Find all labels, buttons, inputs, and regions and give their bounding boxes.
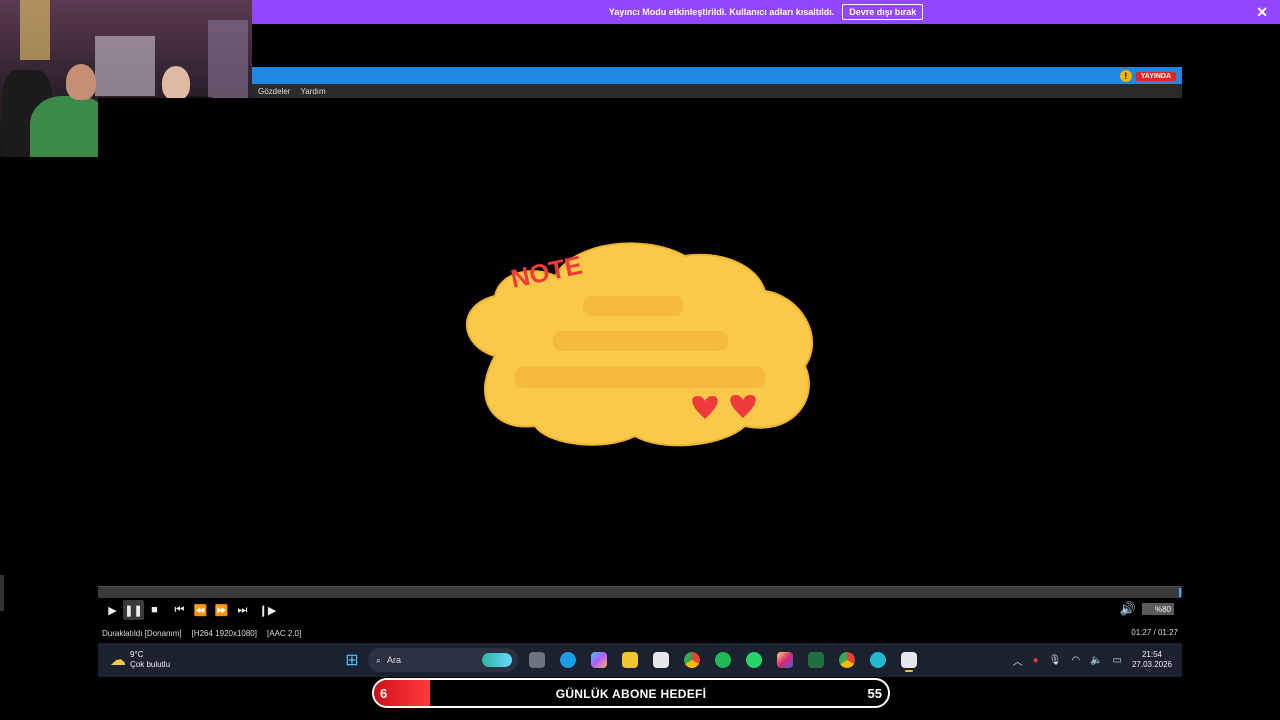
menu-favorites[interactable]: Gözdeler	[258, 87, 290, 96]
chrome-icon[interactable]	[680, 648, 704, 672]
stream-scene: Yayıncı Modu etkinleştirildi. Kullanıcı …	[0, 0, 1280, 720]
speaker-icon[interactable]: 🔈	[1090, 655, 1102, 666]
store-icon[interactable]	[649, 648, 673, 672]
goal-target: 55	[867, 686, 882, 701]
player-titlebar: ! YAYINDA	[252, 67, 1182, 84]
play-icon[interactable]: ▶	[102, 600, 123, 620]
subscriber-goal-bar: 6 GÜNLÜK ABONE HEDEFİ 55	[372, 678, 890, 708]
search-highlight-icon	[482, 653, 512, 667]
streamer-mode-banner: Yayıncı Modu etkinleştirildi. Kullanıcı …	[252, 0, 1280, 24]
whatsapp-icon[interactable]	[742, 648, 766, 672]
webcam-door	[208, 20, 248, 110]
cloud-icon: ☁	[110, 652, 126, 669]
tray-app-icon[interactable]: ●	[1033, 655, 1039, 666]
clock-time: 21:54	[1141, 650, 1162, 659]
search-icon: ⌕	[376, 654, 382, 665]
blurred-text-line	[515, 366, 765, 388]
search-placeholder: Ara	[387, 655, 402, 665]
taskbar-search[interactable]: ⌕ Ara	[368, 648, 518, 672]
app-icon[interactable]	[866, 648, 890, 672]
spotify-icon[interactable]	[711, 648, 735, 672]
task-view-icon[interactable]	[525, 648, 549, 672]
volume-icon[interactable]: 🔊	[1120, 601, 1136, 617]
player-statusbar: Duraklatıldı [Donanım] [H264 1920x1080] …	[98, 624, 1182, 642]
player-controls: ▶ ❚❚ ■ ⏮ ⏪ ⏩ ⏭ ❙▶ 🔊 %80	[98, 598, 1182, 622]
edge-icon[interactable]	[556, 648, 580, 672]
video-frame-note-cloud: NOTE	[465, 242, 814, 447]
scroll-indicator	[0, 575, 4, 611]
seek-position-marker[interactable]	[1179, 588, 1181, 597]
chevron-up-icon[interactable]: ︿	[1013, 653, 1023, 668]
frame-step-icon[interactable]: ❙▶	[257, 600, 278, 620]
instagram-icon[interactable]	[773, 648, 797, 672]
audio-codec: [AAC 2.0]	[266, 628, 302, 638]
wifi-icon[interactable]: ◠	[1071, 655, 1080, 666]
streamer-2-head	[162, 66, 190, 100]
battery-icon[interactable]: ▭	[1113, 655, 1122, 666]
windows-start-icon[interactable]: ⊞	[340, 650, 364, 670]
weather-desc: Çok bulutlu	[130, 660, 171, 669]
streamer-1-head	[66, 64, 96, 100]
system-tray: ︿ ● 🎙 ◠ 🔈 ▭ 21:54 27.03.2026	[1013, 643, 1172, 677]
live-badge: YAYINDA	[1135, 71, 1176, 81]
clock[interactable]: 21:54 27.03.2026	[1132, 650, 1172, 670]
skip-next-icon[interactable]: ⏭	[232, 600, 253, 620]
playback-time: 01:27 / 01:27	[1131, 628, 1178, 637]
close-icon[interactable]: ✕	[1256, 4, 1268, 21]
file-explorer-icon[interactable]	[618, 648, 642, 672]
webcam-wall-decor	[95, 36, 155, 96]
blurred-text-line	[583, 296, 683, 316]
blurred-text-line	[553, 331, 728, 351]
microphone-icon[interactable]: 🎙	[1049, 655, 1062, 666]
weather-temp: 9°C	[130, 650, 144, 659]
volume-control: 🔊 %80	[1120, 601, 1174, 617]
menu-help[interactable]: Yardım	[300, 87, 325, 96]
pause-icon[interactable]: ❚❚	[123, 600, 144, 620]
clock-date: 27.03.2026	[1131, 660, 1172, 669]
seek-bar[interactable]	[98, 586, 1182, 598]
volume-level[interactable]: %80	[1142, 603, 1174, 615]
banner-message: Yayıncı Modu etkinleştirildi. Kullanıcı …	[608, 7, 835, 17]
clapperboard-icon[interactable]	[897, 648, 921, 672]
chrome-profile-icon[interactable]	[835, 648, 859, 672]
windows-taskbar: ☁ 9°C Çok bulutlu ⊞ ⌕ Ara ︿ ● 🎙 ◠ 🔈 ▭ 21…	[98, 643, 1182, 677]
weather-widget[interactable]: ☁ 9°C Çok bulutlu	[110, 650, 340, 670]
rewind-icon[interactable]: ⏪	[190, 600, 211, 620]
warning-icon: !	[1119, 70, 1132, 82]
goal-title: GÜNLÜK ABONE HEDEFİ	[555, 687, 707, 701]
video-codec: [H264 1920x1080]	[191, 628, 257, 638]
excel-icon[interactable]	[804, 648, 828, 672]
webcam-light	[20, 0, 50, 60]
player-menubar: Gözdeler Yardım	[252, 84, 1182, 98]
disable-streamer-mode-button[interactable]: Devre dışı bırak	[842, 4, 924, 20]
skip-previous-icon[interactable]: ⏮	[169, 600, 190, 620]
copilot-icon[interactable]	[587, 648, 611, 672]
playback-state: Duraklatıldı [Donanım]	[102, 628, 182, 638]
fast-forward-icon[interactable]: ⏩	[211, 600, 232, 620]
stop-icon[interactable]: ■	[144, 600, 165, 620]
live-indicator: ! YAYINDA	[1119, 70, 1176, 82]
